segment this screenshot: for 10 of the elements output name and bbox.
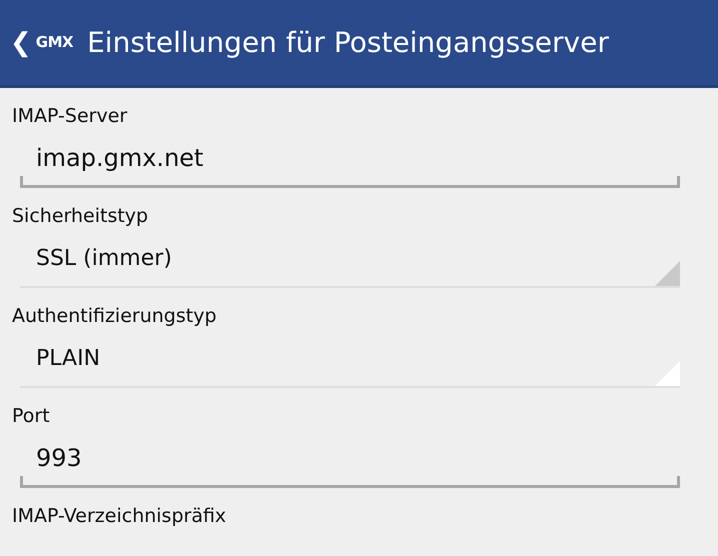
- back-button[interactable]: ❮: [0, 30, 32, 56]
- screen-title: Einstellungen für Posteingangsserver: [87, 24, 609, 60]
- field-label: IMAP-Server: [12, 104, 128, 128]
- logo: GMX: [36, 32, 74, 54]
- field-label: IMAP-Verzeichnispräfix: [12, 504, 226, 528]
- field-label: Sicherheitstyp: [12, 204, 148, 228]
- dropdown[interactable]: SSL (immer): [20, 230, 680, 288]
- dropdown[interactable]: PLAIN: [20, 330, 680, 388]
- field-label: Port: [12, 404, 50, 428]
- field-label: Authentifizierungstyp: [12, 304, 217, 328]
